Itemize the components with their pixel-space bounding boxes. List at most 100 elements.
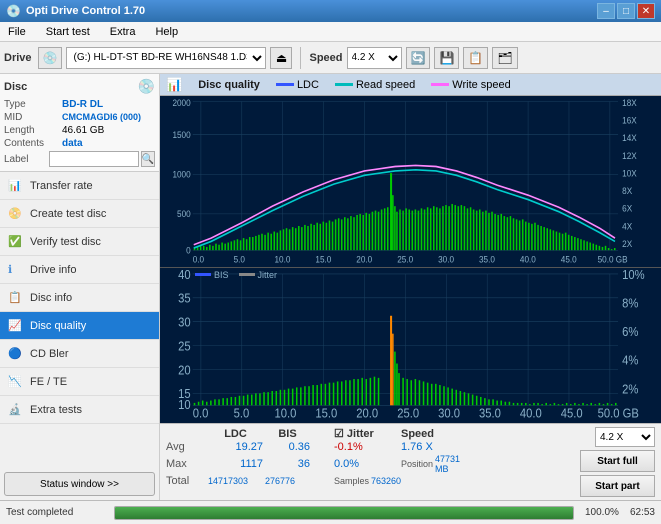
app-title: Opti Drive Control 1.70 [26,5,145,17]
nav-label-disc-info: Disc info [30,292,72,304]
drive-icon-btn[interactable]: 💿 [38,47,63,69]
svg-text:4X: 4X [622,221,632,231]
cd-bler-icon: 🔵 [8,347,26,360]
extra-tests-icon: 🔬 [8,403,26,416]
jitter-legend-color [239,273,255,276]
write-speed-legend-color [431,83,449,86]
svg-text:18X: 18X [622,98,637,108]
ldc-legend-label: LDC [297,79,319,91]
svg-text:8X: 8X [622,186,632,196]
svg-text:2000: 2000 [172,98,190,108]
minimize-button[interactable]: – [597,3,615,19]
svg-text:5.0: 5.0 [234,405,250,420]
sidebar-item-fe-te[interactable]: 📉 FE / TE [0,368,159,396]
stat-header-ldc: LDC [208,428,263,440]
svg-text:50.0 GB: 50.0 GB [598,405,639,420]
disc-contents-value: data [62,138,83,149]
disc-panel: Disc 💿 Type BD-R DL MID CMCMAGDI6 (000) … [0,74,159,172]
svg-text:20.0: 20.0 [356,405,378,420]
legend-read-speed: Read speed [335,79,415,91]
chart-bis-svg: 40 35 30 25 20 15 10 10% 8% 6% 4% 2% [160,268,661,423]
close-button[interactable]: ✕ [637,3,655,19]
sidebar-item-cd-bler[interactable]: 🔵 CD Bler [0,340,159,368]
stat-ldc-total: 14717303 [208,476,263,486]
maximize-button[interactable]: □ [617,3,635,19]
title-bar: 💿 Opti Drive Control 1.70 – □ ✕ [0,0,661,22]
progress-fill [115,507,573,519]
stat-samples-label: Samples [334,476,369,486]
sidebar-item-extra-tests[interactable]: 🔬 Extra tests [0,396,159,424]
read-speed-legend-color [335,83,353,86]
content-area: 📊 Disc quality LDC Read speed Write spee… [160,74,661,500]
stat-position-value: 47731 MB [435,454,466,474]
stat-max-label: Max [166,458,206,470]
jitter-legend-label: Jitter [258,270,278,280]
start-full-button[interactable]: Start full [580,450,655,472]
svg-text:15.0: 15.0 [315,254,331,264]
svg-text:0: 0 [186,245,191,255]
svg-text:50.0 GB: 50.0 GB [598,254,628,264]
write-speed-legend-label: Write speed [452,79,511,91]
disc-button[interactable]: 💾 [434,47,459,69]
svg-text:40.0: 40.0 [520,254,536,264]
menu-help[interactable]: Help [151,24,182,40]
svg-text:30: 30 [178,314,191,329]
menu-bar: File Start test Extra Help [0,22,661,42]
speed-select-stats[interactable]: 4.2 X [595,427,655,447]
sidebar-item-drive-info[interactable]: ℹ Drive info [0,256,159,284]
legend-ldc: LDC [276,79,319,91]
svg-text:6%: 6% [622,324,638,339]
chart-bis: BIS Jitter [160,268,661,423]
transfer-rate-icon: 📊 [8,179,26,192]
svg-text:500: 500 [177,209,191,219]
svg-text:25: 25 [178,338,191,353]
disc-mid-value: CMCMAGDI6 (000) [62,112,141,123]
stat-ldc-max: 1117 [208,458,263,470]
toolbar: Drive 💿 (G:) HL-DT-ST BD-RE WH16NS48 1.D… [0,42,661,74]
drive-label: Drive [4,52,32,64]
refresh-button[interactable]: 🔄 [406,47,431,69]
progress-bar [114,506,574,520]
sidebar-item-verify-test-disc[interactable]: ✅ Verify test disc [0,228,159,256]
start-part-button[interactable]: Start part [580,475,655,497]
label-input[interactable] [49,151,139,167]
bis-legend-color [195,273,211,276]
speed-select[interactable]: 4.2 X 1.0 X 2.0 X 8.0 X MAX [347,47,402,69]
eject-button[interactable]: ⏏ [270,47,292,69]
time-text: 62:53 [630,507,655,518]
menu-file[interactable]: File [4,24,30,40]
drive-select[interactable]: (G:) HL-DT-ST BD-RE WH16NS48 1.D3 [66,47,266,69]
status-window-button[interactable]: Status window >> [4,472,155,496]
sidebar: Disc 💿 Type BD-R DL MID CMCMAGDI6 (000) … [0,74,160,500]
svg-text:45.0: 45.0 [561,254,577,264]
sidebar-item-transfer-rate[interactable]: 📊 Transfer rate [0,172,159,200]
stat-bis-total: 276776 [265,476,310,486]
svg-text:10: 10 [178,397,191,412]
svg-text:6X: 6X [622,203,632,213]
svg-text:40: 40 [178,268,191,282]
stat-total-label: Total [166,475,206,487]
nav-label-transfer-rate: Transfer rate [30,180,93,192]
export-button[interactable]: 🗂 [492,47,517,69]
save-button[interactable]: 📋 [463,47,488,69]
menu-extra[interactable]: Extra [106,24,140,40]
svg-text:5.0: 5.0 [234,254,246,264]
svg-text:8%: 8% [622,295,638,310]
speed-label: Speed [309,52,342,64]
menu-start-test[interactable]: Start test [42,24,94,40]
bis-legend: BIS [195,270,229,280]
sidebar-item-create-test-disc[interactable]: 📀 Create test disc [0,200,159,228]
legend-write-speed: Write speed [431,79,511,91]
disc-quality-icon: 📈 [8,319,26,332]
sidebar-item-disc-info[interactable]: 📋 Disc info [0,284,159,312]
stat-jitter-max: 0.0% [334,458,399,470]
sidebar-item-disc-quality[interactable]: 📈 Disc quality [0,312,159,340]
svg-text:35.0: 35.0 [479,405,501,420]
label-search-button[interactable]: 🔍 [141,151,155,167]
svg-text:4%: 4% [622,353,638,368]
nav-label-create-test-disc: Create test disc [30,208,106,220]
chart-ldc: 2000 1500 1000 500 0 18X 16X 14X 12X 10X… [160,96,661,268]
svg-text:10X: 10X [622,168,637,178]
disc-quality-header: 📊 Disc quality LDC Read speed Write spee… [160,74,661,96]
disc-panel-title: Disc [4,81,27,93]
